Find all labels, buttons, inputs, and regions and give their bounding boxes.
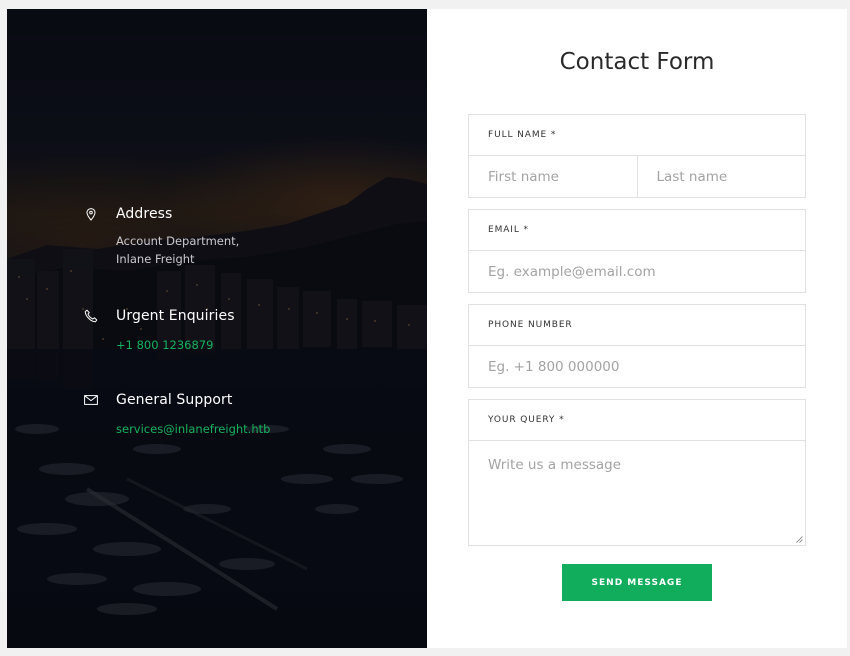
contact-form-panel: Contact Form FULL NAME * First name Last…: [427, 9, 847, 648]
resize-grip-icon[interactable]: [796, 536, 803, 543]
contact-card: Address Account Department, Inlane Freig…: [7, 9, 847, 648]
address-title: Address: [116, 206, 173, 222]
address-block: Address Account Department, Inlane Freig…: [83, 204, 403, 268]
mail-icon: [83, 392, 99, 408]
full-name-label: FULL NAME *: [469, 115, 805, 156]
general-support-block: General Support services@inlanefreight.h…: [83, 390, 403, 436]
phone-input[interactable]: Eg. +1 800 000000: [469, 346, 805, 387]
support-heading: General Support: [83, 390, 403, 410]
map-pin-icon: [83, 206, 99, 222]
phone-field: PHONE NUMBER Eg. +1 800 000000: [468, 304, 806, 388]
urgent-heading: Urgent Enquiries: [83, 306, 403, 326]
urgent-title: Urgent Enquiries: [116, 308, 235, 324]
address-heading: Address: [83, 204, 403, 224]
query-label: YOUR QUERY *: [469, 400, 805, 441]
urgent-phone-link[interactable]: +1 800 1236879: [116, 338, 403, 352]
address-text: Account Department, Inlane Freight: [116, 234, 240, 266]
phone-icon: [83, 308, 99, 324]
support-email-link[interactable]: services@inlanefreight.htb: [116, 422, 403, 436]
full-name-field: FULL NAME * First name Last name: [468, 114, 806, 198]
contact-info-panel: Address Account Department, Inlane Freig…: [7, 9, 427, 648]
query-textarea[interactable]: Write us a message: [469, 441, 805, 545]
email-input[interactable]: Eg. example@email.com: [469, 251, 805, 292]
query-field: YOUR QUERY * Write us a message: [468, 399, 806, 546]
full-name-inputs: First name Last name: [469, 156, 805, 197]
email-label: EMAIL *: [469, 210, 805, 251]
support-title: General Support: [116, 392, 233, 408]
email-field: EMAIL * Eg. example@email.com: [468, 209, 806, 293]
first-name-input[interactable]: First name: [469, 156, 637, 197]
send-message-button[interactable]: SEND MESSAGE: [562, 564, 712, 601]
form-title: Contact Form: [559, 49, 715, 75]
last-name-input[interactable]: Last name: [636, 156, 806, 197]
query-placeholder: Write us a message: [488, 457, 622, 473]
phone-label: PHONE NUMBER: [469, 305, 805, 346]
urgent-enquiries-block: Urgent Enquiries +1 800 1236879: [83, 306, 403, 352]
